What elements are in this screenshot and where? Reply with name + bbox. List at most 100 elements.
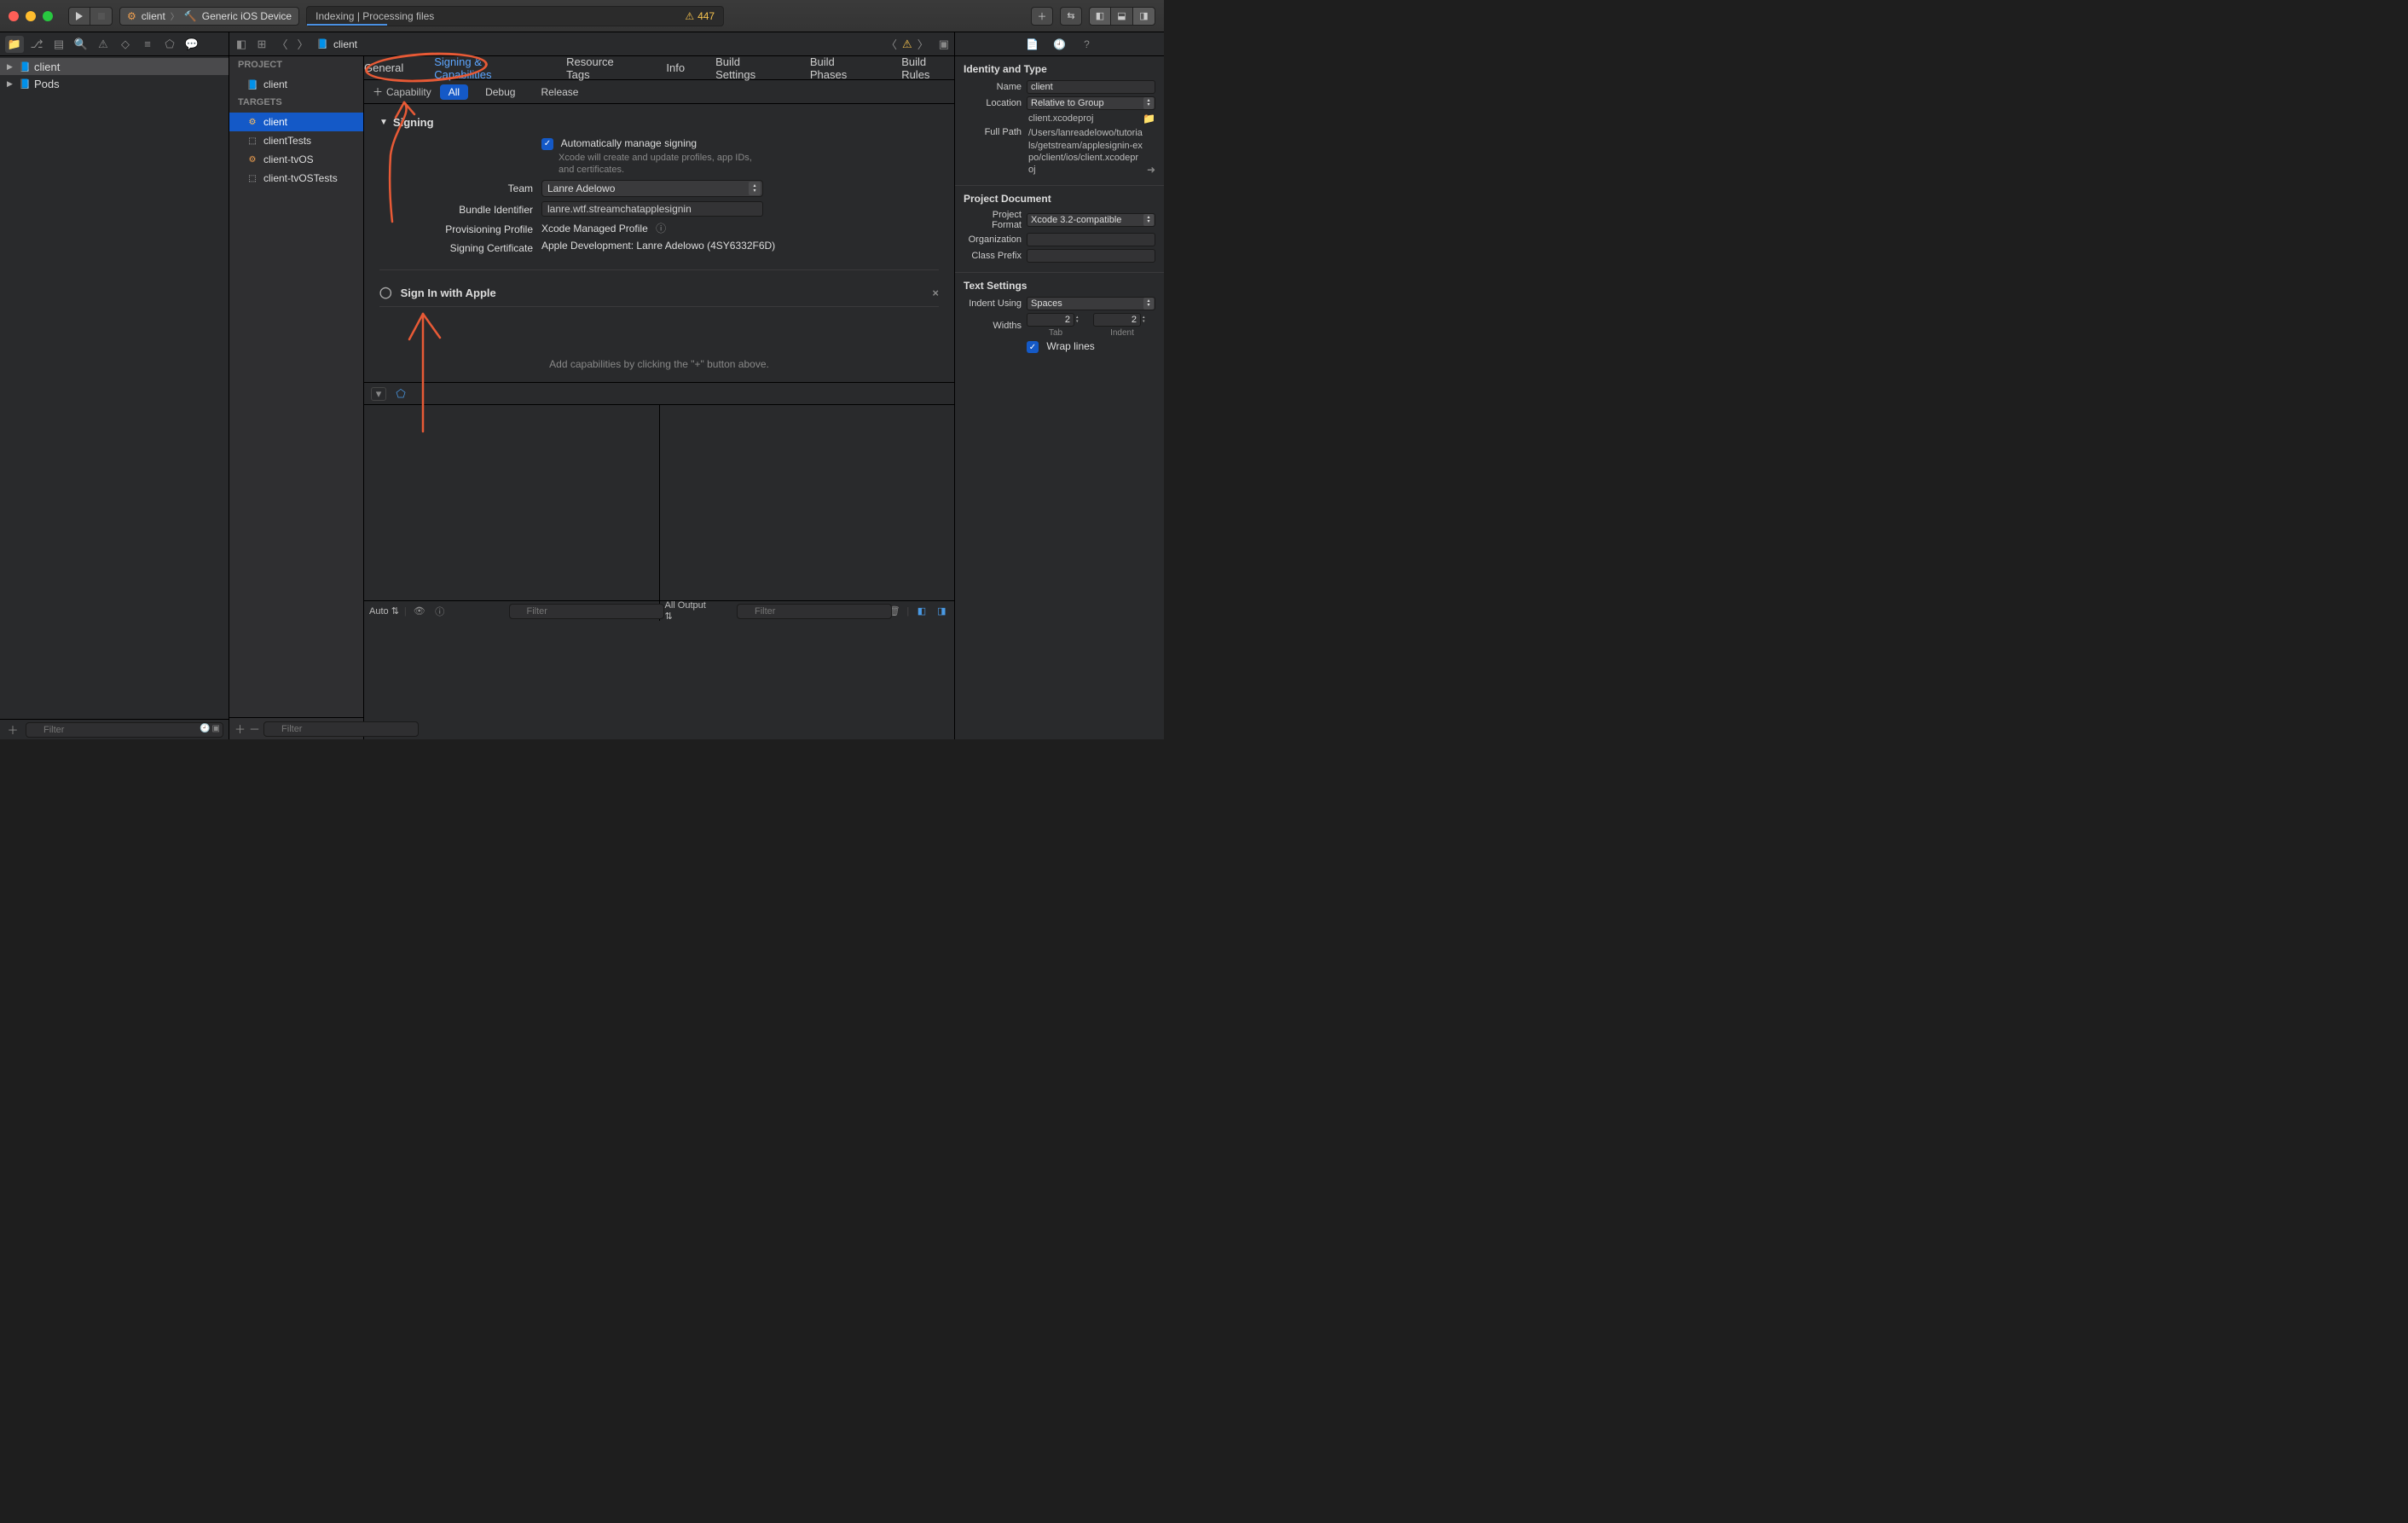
show-console-button[interactable]: ◨ (935, 605, 949, 618)
target-row-clienttests[interactable]: ⬚ clientTests (229, 131, 363, 150)
tab-signing-capabilities[interactable]: Signing & Capabilities (434, 55, 535, 81)
tab-build-settings[interactable]: Build Settings (715, 55, 779, 81)
activity-status-bar[interactable]: Indexing | Processing files ⚠ 447 (306, 6, 724, 26)
report-navigator-tab[interactable]: 💬 (182, 36, 201, 53)
toggle-inspector-button[interactable]: ◨ (1133, 7, 1155, 26)
add-capability-button[interactable]: ＋ Capability (373, 84, 431, 99)
minimize-window-button[interactable] (26, 11, 36, 21)
config-pill-release[interactable]: Release (532, 84, 587, 100)
forward-button[interactable]: 〉 (296, 36, 310, 52)
indent-width-stepper[interactable]: 2▴▾ (1093, 313, 1151, 327)
team-value: Lanre Adelowo (547, 182, 615, 194)
debug-navigator-tab[interactable]: ≡ (138, 36, 157, 53)
console-scope-select[interactable]: All Output ⇅ (665, 600, 715, 622)
quicklook-button[interactable]: 👁 (412, 605, 427, 618)
prefix-field[interactable] (1027, 249, 1155, 263)
library-button[interactable]: ＋ (1031, 7, 1053, 26)
breakpoint-navigator-tab[interactable]: ⬠ (160, 36, 179, 53)
zoom-window-button[interactable] (43, 11, 53, 21)
file-inspector-tab[interactable]: 📄 (1025, 38, 1040, 50)
history-inspector-tab[interactable]: 🕘 (1052, 38, 1068, 50)
location-select[interactable]: Relative to Group▴▾ (1027, 96, 1155, 110)
source-control-navigator-tab[interactable]: ⎇ (27, 36, 46, 53)
run-button[interactable] (68, 7, 90, 26)
breakpoints-toggle[interactable]: ⬠ (393, 387, 408, 401)
auto-manage-signing-checkbox[interactable]: ✓ (541, 138, 553, 150)
outline-bottom-bar: ＋ － ⊜ (229, 717, 363, 739)
signing-cert-label: Signing Certificate (379, 240, 541, 254)
add-files-button[interactable]: ＋ (5, 723, 20, 737)
variables-filter-input[interactable] (509, 604, 664, 619)
indent-using-label: Indent Using (964, 298, 1027, 309)
tree-item-pods[interactable]: ▶ 📘 Pods (0, 75, 229, 92)
target-row-client[interactable]: ⚙ client (229, 113, 363, 131)
tab-width-stepper[interactable]: 2▴▾ (1027, 313, 1085, 327)
tab-build-rules[interactable]: Build Rules (901, 55, 954, 81)
tab-info[interactable]: Info (666, 61, 685, 74)
info-icon[interactable]: ⓘ (656, 223, 666, 235)
add-target-button[interactable]: ＋ (234, 722, 246, 736)
bundle-id-field[interactable]: lanre.wtf.streamchatapplesignin (541, 201, 763, 217)
tree-label: Pods (34, 78, 60, 90)
wrap-lines-checkbox[interactable]: ✓ (1027, 341, 1039, 353)
indent-using-select[interactable]: Spaces▴▾ (1027, 297, 1155, 310)
target-outline: PROJECT 📘 client TARGETS ⚙ client ⬚ clie… (229, 56, 364, 739)
org-field[interactable] (1027, 233, 1155, 246)
reveal-in-finder-button[interactable]: ➜ (1147, 164, 1155, 176)
issue-navigator-tab[interactable]: ⚠ (94, 36, 113, 53)
disclosure-icon[interactable]: ▶ (7, 79, 15, 89)
recent-filter-icon[interactable]: 🕘 (200, 724, 210, 733)
target-filter-input[interactable] (263, 721, 419, 737)
warnings-indicator[interactable]: ⚠ 447 (685, 10, 715, 22)
disclosure-icon[interactable]: ▶ (7, 62, 15, 72)
window-controls (9, 11, 53, 21)
test-navigator-tab[interactable]: ◇ (116, 36, 135, 53)
panel-toggle-segment: ◧ ⬓ ◨ (1089, 7, 1155, 26)
console-filter-input[interactable] (737, 604, 892, 619)
show-variables-button[interactable]: ◧ (914, 605, 929, 618)
toggle-navigator-button[interactable]: ◧ (1089, 7, 1111, 26)
variables-scope-select[interactable]: Auto ⇅ (369, 605, 399, 617)
debug-view-toggle[interactable]: ▾ (371, 387, 386, 401)
format-select[interactable]: Xcode 3.2-compatible▴▾ (1027, 213, 1155, 227)
close-window-button[interactable] (9, 11, 19, 21)
scheme-selector[interactable]: ⚙ client 〉 🔨 Generic iOS Device (119, 7, 299, 26)
disclosure-icon[interactable]: ▼ (379, 118, 388, 127)
config-pill-debug[interactable]: Debug (477, 84, 524, 100)
tab-resource-tags[interactable]: Resource Tags (566, 55, 635, 81)
name-label: Name (964, 82, 1027, 92)
team-select[interactable]: Lanre Adelowo ▴▾ (541, 180, 763, 197)
issue-warning-icon[interactable]: ⚠ (902, 38, 912, 51)
back-button[interactable]: 〈 (275, 36, 289, 52)
indent-sublabel: Indent (1093, 328, 1151, 338)
grid-icon[interactable]: ⊞ (255, 38, 269, 51)
name-field[interactable]: client (1027, 80, 1155, 94)
remove-target-button[interactable]: － (249, 722, 260, 736)
scm-filter-icon[interactable]: ▣ (212, 724, 220, 733)
code-review-button[interactable]: ⇆ (1060, 7, 1082, 26)
provisioning-label: Provisioning Profile (379, 221, 541, 235)
print-description-button[interactable]: ⓘ (432, 605, 448, 618)
next-issue-button[interactable]: 〉 (917, 36, 929, 52)
config-pill-all[interactable]: All (440, 84, 468, 100)
remove-capability-button[interactable]: × (932, 287, 939, 299)
symbol-navigator-tab[interactable]: ▤ (49, 36, 68, 53)
project-navigator-tab[interactable]: 📁 (5, 36, 24, 53)
related-items-button[interactable]: ◧ (234, 38, 248, 51)
stop-button[interactable] (90, 7, 113, 26)
find-navigator-tab[interactable]: 🔍 (72, 36, 90, 53)
help-inspector-tab[interactable]: ? (1080, 38, 1095, 50)
jump-bar-path[interactable]: 📘 client (316, 38, 357, 50)
target-row-client-tvos[interactable]: ⚙ client-tvOS (229, 150, 363, 169)
scheme-target-label: client (142, 10, 165, 22)
choose-location-button[interactable]: 📁 (1143, 113, 1155, 125)
target-row-client-tvostests[interactable]: ⬚ client-tvOSTests (229, 169, 363, 188)
prev-issue-button[interactable]: 〈 (886, 36, 897, 52)
tab-general[interactable]: General (364, 61, 403, 74)
editor-options-button[interactable]: ▣ (939, 38, 949, 51)
toggle-debug-button[interactable]: ⬓ (1111, 7, 1133, 26)
navigator-filter-input[interactable] (26, 722, 223, 738)
tab-build-phases[interactable]: Build Phases (810, 55, 871, 81)
tree-item-client[interactable]: ▶ 📘 client (0, 58, 229, 75)
project-row[interactable]: 📘 client (229, 75, 363, 94)
